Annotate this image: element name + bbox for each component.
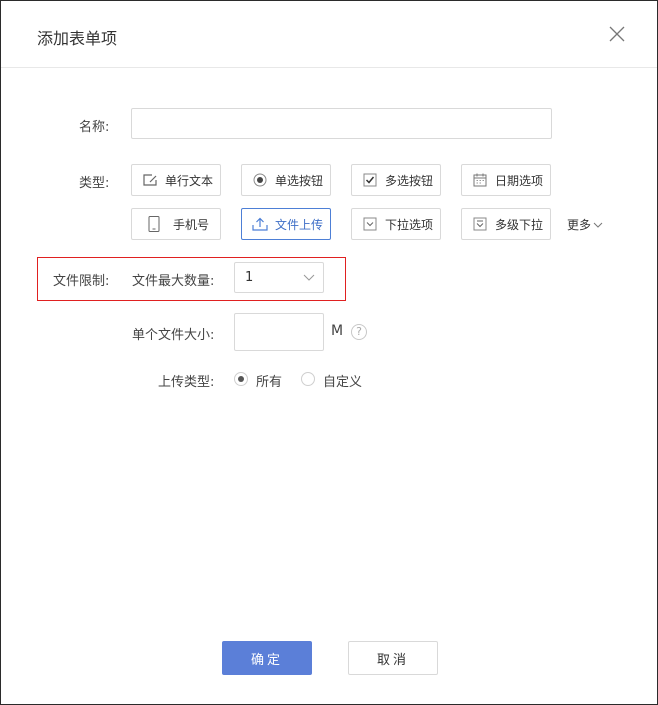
upload-type-custom-label[interactable]: 自定义 [323,371,362,390]
radio-icon [251,171,269,189]
type-option-label: 文件上传 [275,217,324,232]
type-option-dropdown[interactable]: 下拉选项 [351,208,441,240]
file-size-unit: M [331,323,344,339]
dropdown-icon [361,215,379,233]
dialog-header: 添加表单项 [1,1,657,68]
upload-type-custom-radio[interactable] [301,372,315,386]
type-label: 类型: [79,176,110,191]
type-option-label: 单行文本 [165,173,214,188]
type-option-checkbox[interactable]: 多选按钮 [351,164,441,196]
upload-type-all-label[interactable]: 所有 [256,371,282,390]
file-limit-label: 文件限制: [53,274,110,289]
type-option-single-line-text[interactable]: 单行文本 [131,164,221,196]
type-option-date[interactable]: 日期选项 [461,164,551,196]
calendar-icon [471,171,489,189]
cancel-button[interactable]: 取消 [348,641,438,675]
type-option-phone[interactable]: 手机号 [131,208,221,240]
type-option-label: 多选按钮 [385,173,434,188]
name-input[interactable] [131,108,552,139]
type-option-multilevel-dropdown[interactable]: 多级下拉 [461,208,551,240]
text-edit-icon [141,171,159,189]
more-types-toggle[interactable]: 更多 [567,216,603,233]
type-option-label: 多级下拉 [495,217,544,232]
max-count-value: 1 [245,270,254,285]
checkbox-icon [361,171,379,189]
file-size-input[interactable] [234,313,324,351]
name-label: 名称: [79,120,110,135]
type-option-label: 下拉选项 [385,217,434,232]
confirm-button[interactable]: 确定 [222,641,312,675]
type-option-label: 手机号 [173,217,210,232]
max-count-label: 文件最大数量: [132,274,215,289]
phone-icon [145,215,163,233]
upload-type-all-radio[interactable] [234,372,248,386]
file-size-label: 单个文件大小: [132,328,215,343]
type-option-radio[interactable]: 单选按钮 [241,164,331,196]
type-option-file-upload[interactable]: 文件上传 [241,208,331,240]
chevron-down-icon [303,274,315,281]
help-icon[interactable]: ? [351,324,367,340]
upload-icon [251,215,269,233]
upload-type-label: 上传类型: [158,375,215,390]
type-option-label: 日期选项 [495,173,544,188]
dialog-title: 添加表单项 [37,29,118,48]
chevron-down-icon [593,222,603,228]
close-icon[interactable] [608,25,626,43]
multilevel-dropdown-icon [471,215,489,233]
more-label: 更多 [567,218,592,232]
max-count-select[interactable]: 1 [234,262,324,293]
type-option-label: 单选按钮 [275,173,324,188]
add-form-item-dialog: 添加表单项 名称: 类型: 单行文本 单选按钮 多选按钮 日期选项 手机号 文件… [0,0,658,705]
